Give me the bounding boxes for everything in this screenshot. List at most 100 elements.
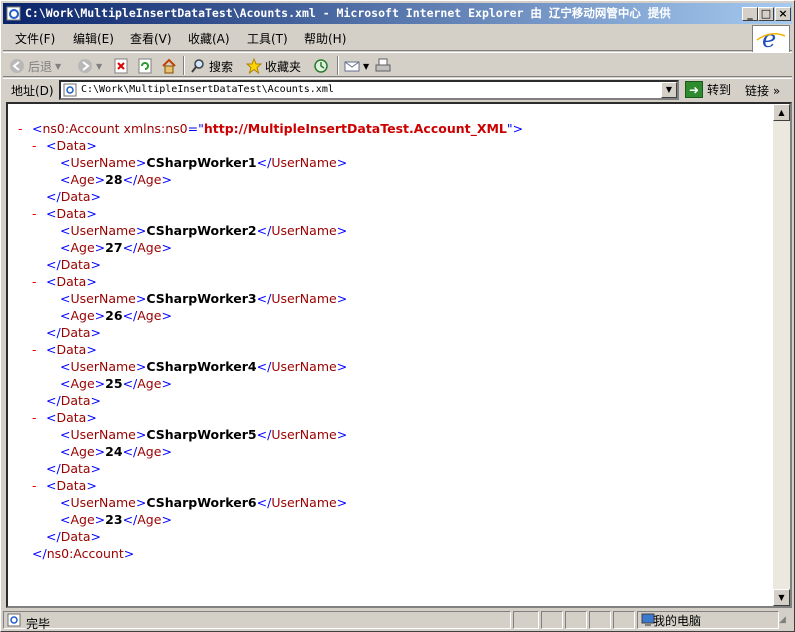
address-input[interactable]: C:\Work\MultipleInsertDataTest\Acounts.x… <box>59 80 679 100</box>
search-button[interactable]: 搜索 <box>190 56 233 76</box>
stop-button[interactable] <box>113 56 129 76</box>
ie-page-icon <box>6 6 21 21</box>
menu-help[interactable]: 帮助(H) <box>304 30 346 47</box>
xml-tree: - <ns0:Account xmlns:ns0="http://Multiple… <box>18 120 523 562</box>
xml-age-line: <Age>26</Age> <box>60 308 172 323</box>
menu-bar: 文件(F) 编辑(E) 查看(V) 收藏(A) 工具(T) 帮助(H) <box>3 25 792 51</box>
links-button[interactable]: 链接 » <box>745 82 780 99</box>
collapse-data-toggle[interactable]: - <box>32 137 46 154</box>
favorites-button[interactable]: 收藏夹 <box>246 56 301 76</box>
xml-document-view[interactable]: - <ns0:Account xmlns:ns0="http://Multiple… <box>6 102 792 608</box>
xml-data-open: - <Data> <box>32 273 97 290</box>
xml-age-line: <Age>24</Age> <box>60 444 172 459</box>
mail-button[interactable]: ▼ <box>344 56 369 76</box>
svg-text:e: e <box>762 26 776 52</box>
history-button[interactable] <box>313 56 329 76</box>
print-button[interactable] <box>375 56 391 76</box>
scroll-down-icon[interactable]: ▼ <box>773 589 790 606</box>
age-value: 25 <box>105 376 123 391</box>
xml-age-line: <Age>25</Age> <box>60 376 172 391</box>
age-value: 28 <box>105 172 123 187</box>
menu-favorites[interactable]: 收藏(A) <box>188 30 230 47</box>
mail-dropdown-icon[interactable]: ▼ <box>363 62 369 71</box>
xml-username-line: <UserName>CSharpWorker3</UserName> <box>60 291 348 306</box>
vertical-scrollbar[interactable]: ▲ ▼ <box>773 104 790 606</box>
xml-username-line: <UserName>CSharpWorker1</UserName> <box>60 155 348 170</box>
xml-page-icon <box>63 83 77 97</box>
status-panel <box>613 611 635 629</box>
menu-view[interactable]: 查看(V) <box>130 30 172 47</box>
menu-tools[interactable]: 工具(T) <box>247 30 288 47</box>
xml-username-line: <UserName>CSharpWorker6</UserName> <box>60 495 348 510</box>
xml-username-line: <UserName>CSharpWorker4</UserName> <box>60 359 348 374</box>
xml-data-close: </Data> <box>46 529 102 544</box>
refresh-icon <box>138 58 152 74</box>
address-dropdown-icon[interactable]: ▼ <box>661 82 677 98</box>
status-bar: 完毕 我的电脑 ◢ <box>3 609 792 631</box>
menu-edit[interactable]: 编辑(E) <box>73 30 114 47</box>
minimize-button[interactable]: _ <box>742 7 758 21</box>
home-icon <box>162 58 176 74</box>
username-value: CSharpWorker2 <box>146 223 257 238</box>
xml-username-line: <UserName>CSharpWorker2</UserName> <box>60 223 348 238</box>
username-value: CSharpWorker4 <box>146 359 257 374</box>
go-label: 转到 <box>707 83 732 97</box>
collapse-data-toggle[interactable]: - <box>32 273 46 290</box>
age-value: 23 <box>105 512 123 527</box>
resize-grip-icon[interactable]: ◢ <box>779 615 791 627</box>
forward-button[interactable]: ▼ <box>77 56 102 76</box>
xml-username-line: <UserName>CSharpWorker5</UserName> <box>60 427 348 442</box>
status-panel-main: 完毕 <box>3 611 511 631</box>
printer-icon <box>375 58 391 72</box>
toolbar-separator <box>337 56 339 75</box>
collapse-data-toggle[interactable]: - <box>32 205 46 222</box>
address-bar: 地址(D) C:\Work\MultipleInsertDataTest\Aco… <box>3 78 792 101</box>
close-button[interactable]: × <box>775 7 791 21</box>
links-label: 链接 <box>745 84 770 98</box>
status-text: 完毕 <box>26 617 51 631</box>
status-panel <box>589 611 611 629</box>
favorites-label: 收藏夹 <box>265 59 302 74</box>
age-value: 24 <box>105 444 123 459</box>
back-dropdown-icon[interactable]: ▼ <box>55 62 61 71</box>
star-icon <box>246 58 262 74</box>
xml-data-close: </Data> <box>46 257 102 272</box>
username-value: CSharpWorker1 <box>146 155 257 170</box>
scroll-up-icon[interactable]: ▲ <box>773 104 790 121</box>
zone-text: 我的电脑 <box>653 614 702 628</box>
xml-data-open: - <Data> <box>32 477 97 494</box>
back-button[interactable]: 后退 ▼ <box>9 56 61 76</box>
xml-data-close: </Data> <box>46 189 102 204</box>
go-arrow-icon: ➜ <box>685 81 703 98</box>
forward-dropdown-icon[interactable]: ▼ <box>96 62 102 71</box>
window-title: C:\Work\MultipleInsertDataTest\Acounts.x… <box>25 6 671 20</box>
age-value: 26 <box>105 308 123 323</box>
address-value: C:\Work\MultipleInsertDataTest\Acounts.x… <box>81 84 334 95</box>
search-icon <box>191 59 204 73</box>
menu-file[interactable]: 文件(F) <box>15 30 55 47</box>
collapse-data-toggle[interactable]: - <box>32 409 46 426</box>
username-value: CSharpWorker3 <box>146 291 257 306</box>
age-value: 27 <box>105 240 123 255</box>
status-panel <box>541 611 563 629</box>
address-label: 地址(D) <box>11 84 54 98</box>
refresh-button[interactable] <box>137 56 153 76</box>
xml-root-open: - <ns0:Account xmlns:ns0="http://Multiple… <box>18 120 524 137</box>
xml-data-close: </Data> <box>46 325 102 340</box>
collapse-data-toggle[interactable]: - <box>32 477 46 494</box>
standard-toolbar: 后退 ▼ ▼ 搜索 收藏夹 ▼ <box>3 52 792 77</box>
xml-root-close: </ns0:Account> <box>32 546 135 561</box>
maximize-button[interactable]: □ <box>758 7 774 21</box>
home-button[interactable] <box>161 56 177 76</box>
title-bar[interactable]: C:\Work\MultipleInsertDataTest\Acounts.x… <box>3 3 792 24</box>
username-value: CSharpWorker6 <box>146 495 257 510</box>
go-button[interactable]: ➜ 转到 <box>685 81 731 98</box>
collapse-data-toggle[interactable]: - <box>32 341 46 358</box>
toolbar-separator <box>183 56 185 75</box>
xml-data-open: - <Data> <box>32 341 97 358</box>
status-panel <box>565 611 587 629</box>
chevron-more-icon: » <box>772 84 781 98</box>
collapse-root-toggle[interactable]: - <box>18 120 32 137</box>
back-label: 后退 <box>28 59 53 74</box>
xml-age-line: <Age>28</Age> <box>60 172 172 187</box>
